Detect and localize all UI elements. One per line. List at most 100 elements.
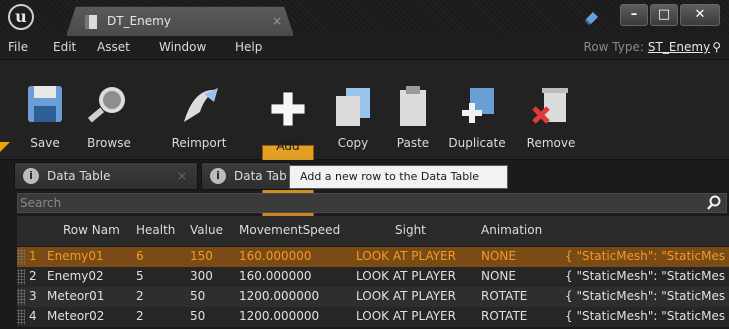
menu-window[interactable]: Window bbox=[159, 40, 206, 54]
save-label: Save bbox=[30, 136, 60, 150]
cell-row-name: Meteor02 bbox=[47, 309, 105, 323]
row-index: 1 bbox=[29, 249, 37, 263]
cell-sight: LOOK AT PLAYER bbox=[356, 289, 456, 303]
cell-animation: NONE bbox=[481, 249, 516, 263]
row-type-value[interactable]: ST_Enemy bbox=[648, 40, 710, 54]
drag-handle-icon[interactable] bbox=[17, 289, 25, 305]
source-control-icon[interactable] bbox=[584, 10, 600, 26]
copy-label: Copy bbox=[337, 136, 369, 150]
table-row[interactable]: 3 Meteor01 2 50 1200.000000 LOOK AT PLAY… bbox=[17, 287, 729, 307]
column-header-animation[interactable]: Animation bbox=[481, 223, 561, 237]
row-type-search-icon[interactable]: ⚲ bbox=[712, 40, 721, 54]
search-input[interactable] bbox=[18, 194, 698, 212]
toolbar: Save Browse Reimport Copy Paste Duplicat… bbox=[0, 60, 729, 217]
menu-edit[interactable]: Edit bbox=[53, 40, 76, 54]
cell-health: 2 bbox=[136, 309, 144, 323]
drag-handle-icon[interactable] bbox=[17, 249, 25, 265]
paste-icon bbox=[400, 86, 426, 126]
browse-button[interactable]: Browse bbox=[78, 82, 140, 154]
paste-button[interactable]: Paste bbox=[382, 82, 444, 154]
table-header: Row Nam Health Value MovementSpeed Sight… bbox=[17, 216, 729, 246]
remove-button[interactable]: Remove bbox=[520, 82, 582, 154]
data-table: Row Nam Health Value MovementSpeed Sight… bbox=[17, 216, 729, 329]
tab-close-icon[interactable]: × bbox=[177, 169, 187, 183]
cell-static-mesh: { "StaticMesh": "StaticMes bbox=[565, 269, 726, 283]
column-header-value[interactable]: Value bbox=[190, 223, 238, 237]
reimport-button[interactable]: Reimport bbox=[168, 82, 230, 154]
cell-sight: LOOK AT PLAYER bbox=[356, 249, 456, 263]
table-row[interactable]: 1 Enemy01 6 150 160.000000 LOOK AT PLAYE… bbox=[17, 247, 729, 267]
drag-handle-icon[interactable] bbox=[17, 269, 25, 285]
cell-static-mesh: { "StaticMesh": "StaticMes bbox=[565, 309, 726, 323]
tab-data-table-label: Data Table bbox=[47, 169, 111, 183]
cell-health: 6 bbox=[136, 249, 144, 263]
cell-movement-speed: 160.000000 bbox=[239, 249, 312, 263]
cell-row-name: Enemy02 bbox=[47, 269, 104, 283]
cell-row-name: Enemy01 bbox=[47, 249, 104, 263]
cell-sight: LOOK AT PLAYER bbox=[356, 309, 456, 323]
row-index: 2 bbox=[29, 269, 37, 283]
menu-file[interactable]: File bbox=[8, 40, 28, 54]
data-table-icon bbox=[85, 15, 97, 29]
cell-static-mesh: { "StaticMesh": "StaticMes bbox=[565, 249, 726, 263]
copy-button[interactable]: Copy bbox=[322, 82, 384, 154]
duplicate-button[interactable]: Duplicate bbox=[446, 82, 508, 154]
row-index: 4 bbox=[29, 309, 37, 323]
cell-health: 5 bbox=[136, 269, 144, 283]
cell-animation: ROTATE bbox=[481, 289, 528, 303]
remove-label: Remove bbox=[526, 136, 576, 150]
cell-value: 50 bbox=[190, 289, 206, 303]
cell-movement-speed: 1200.000000 bbox=[239, 289, 320, 303]
cell-health: 2 bbox=[136, 289, 144, 303]
tab-data-table[interactable]: i Data Table × bbox=[14, 162, 198, 190]
drag-handle-icon[interactable] bbox=[17, 309, 25, 325]
column-header-row-name[interactable]: Row Nam bbox=[63, 223, 133, 237]
column-header-sight[interactable]: Sight bbox=[395, 223, 445, 237]
menu-help[interactable]: Help bbox=[235, 40, 262, 54]
cell-static-mesh: { "StaticMesh": "StaticMes bbox=[565, 289, 726, 303]
reimport-icon bbox=[184, 88, 218, 122]
info-icon: i bbox=[210, 168, 226, 184]
cell-animation: NONE bbox=[481, 269, 516, 283]
search-bar bbox=[17, 193, 727, 213]
cell-movement-speed: 160.000000 bbox=[239, 269, 312, 283]
column-header-movement-speed[interactable]: MovementSpeed bbox=[239, 223, 359, 237]
cell-value: 150 bbox=[190, 249, 213, 263]
tab-data-table-details-label: Data Tab bbox=[234, 169, 287, 183]
reimport-label: Reimport bbox=[171, 136, 227, 150]
document-tab-label: DT_Enemy bbox=[107, 14, 171, 28]
minimize-button[interactable]: – bbox=[620, 4, 648, 26]
unreal-logo-icon: u bbox=[8, 4, 34, 30]
toolbar-marker-icon bbox=[0, 142, 10, 152]
tab-close-icon[interactable]: × bbox=[272, 14, 282, 28]
copy-icon bbox=[336, 88, 370, 126]
save-icon bbox=[28, 86, 62, 122]
save-button[interactable]: Save bbox=[14, 82, 76, 154]
row-index: 3 bbox=[29, 289, 37, 303]
table-row[interactable]: 2 Enemy02 5 300 160.000000 LOOK AT PLAYE… bbox=[17, 267, 729, 287]
duplicate-label: Duplicate bbox=[448, 136, 506, 150]
column-header-health[interactable]: Health bbox=[136, 223, 186, 237]
menu-asset[interactable]: Asset bbox=[97, 40, 130, 54]
cell-value: 300 bbox=[190, 269, 213, 283]
cell-movement-speed: 1200.000000 bbox=[239, 309, 320, 323]
cell-row-name: Meteor01 bbox=[47, 289, 105, 303]
row-type-label: Row Type: bbox=[583, 40, 644, 54]
tab-data-table-details[interactable]: i Data Tab bbox=[201, 162, 291, 190]
add-tooltip: Add a new row to the Data Table bbox=[289, 165, 508, 189]
browse-icon bbox=[87, 87, 125, 123]
row-type: Row Type: ST_Enemy ⚲ bbox=[584, 40, 721, 54]
table-row[interactable]: 4 Meteor02 2 50 1200.000000 LOOK AT PLAY… bbox=[17, 307, 729, 327]
close-button[interactable]: ✕ bbox=[680, 4, 720, 26]
title-bar: u DT_Enemy × – □ ✕ bbox=[0, 0, 729, 36]
cell-value: 50 bbox=[190, 309, 206, 323]
browse-label: Browse bbox=[87, 136, 131, 150]
maximize-button[interactable]: □ bbox=[650, 4, 678, 26]
document-tab[interactable]: DT_Enemy × bbox=[66, 6, 294, 36]
search-icon[interactable] bbox=[706, 195, 722, 211]
paste-label: Paste bbox=[396, 136, 430, 150]
remove-icon bbox=[532, 88, 568, 124]
duplicate-icon bbox=[462, 88, 494, 123]
cell-sight: LOOK AT PLAYER bbox=[356, 269, 456, 283]
cell-animation: ROTATE bbox=[481, 309, 528, 323]
